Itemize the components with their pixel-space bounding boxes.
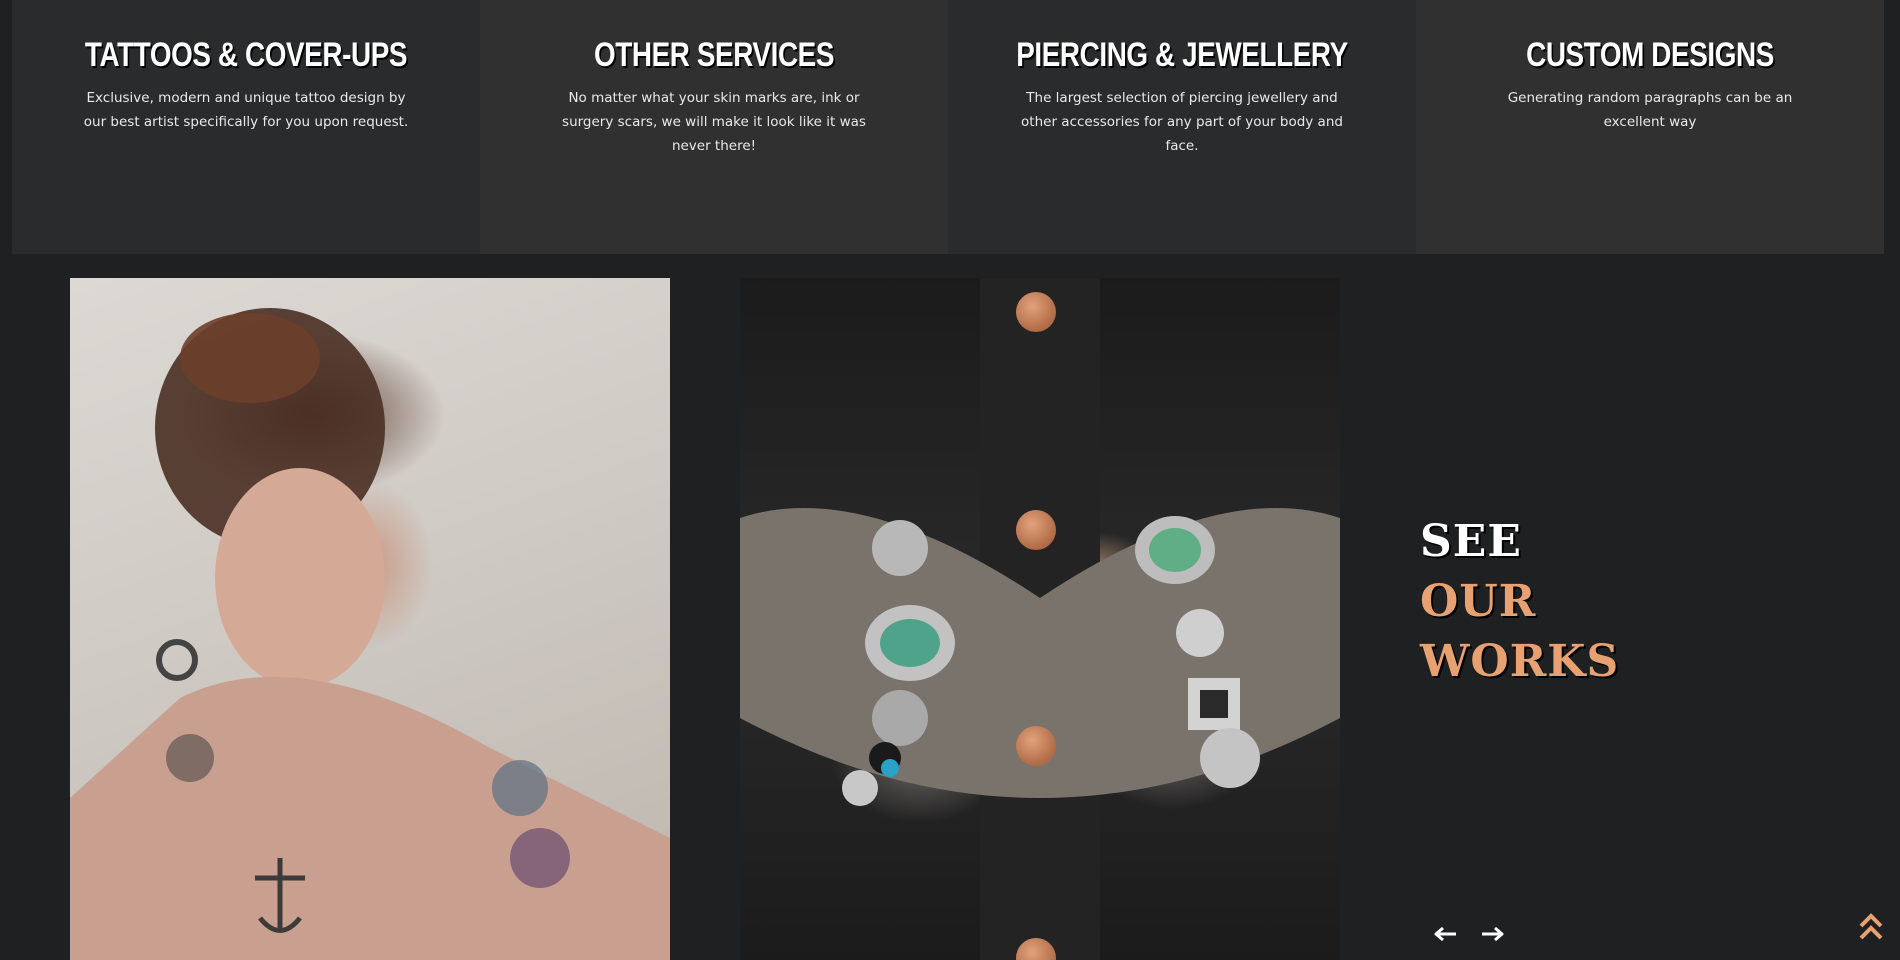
gallery-prev-button[interactable] bbox=[1432, 924, 1458, 944]
service-card-piercing: PIERCING & JEWELLERY The largest selecti… bbox=[948, 0, 1416, 254]
service-card-tattoos: TATTOOS & COVER-UPS Exclusive, modern an… bbox=[12, 0, 480, 254]
gallery-next-button[interactable] bbox=[1480, 924, 1506, 944]
ringed-hands-illustration bbox=[740, 278, 1340, 960]
double-chevron-up-icon bbox=[1859, 913, 1883, 940]
heading-word-works: WORKS bbox=[1420, 636, 1620, 687]
service-title: PIERCING & JEWELLERY bbox=[1016, 36, 1348, 74]
services-section: TATTOOS & COVER-UPS Exclusive, modern an… bbox=[12, 0, 1884, 254]
service-card-other: OTHER SERVICES No matter what your skin … bbox=[480, 0, 948, 254]
gallery-photo-tattooed-woman[interactable] bbox=[70, 278, 670, 960]
back-to-top-button[interactable] bbox=[1858, 912, 1884, 942]
jacket-button bbox=[1016, 726, 1056, 766]
arrow-right-icon bbox=[1482, 926, 1504, 942]
service-title: OTHER SERVICES bbox=[593, 36, 835, 74]
jacket-button bbox=[1016, 510, 1056, 550]
service-description: Exclusive, modern and unique tattoo desi… bbox=[83, 90, 409, 130]
service-description: Generating random paragraphs can be an e… bbox=[1507, 90, 1793, 130]
service-description: No matter what your skin marks are, ink … bbox=[562, 90, 866, 154]
gallery-navigation bbox=[1432, 924, 1506, 944]
service-title: TATTOOS & COVER-UPS bbox=[84, 36, 408, 74]
jacket-button bbox=[1016, 292, 1056, 332]
gallery-photo-ringed-hands[interactable] bbox=[740, 278, 1340, 960]
tattooed-woman-illustration bbox=[70, 308, 670, 960]
heading-word-our: OUR bbox=[1420, 576, 1537, 627]
service-title: CUSTOM DESIGNS bbox=[1526, 36, 1774, 74]
see-our-works-heading: SEE OUR WORKS bbox=[1420, 512, 1619, 692]
arrow-left-icon bbox=[1434, 926, 1456, 942]
service-card-custom: CUSTOM DESIGNS Generating random paragra… bbox=[1416, 0, 1884, 254]
heading-word-see: SEE bbox=[1420, 516, 1522, 567]
service-description: The largest selection of piercing jewell… bbox=[1021, 90, 1343, 154]
